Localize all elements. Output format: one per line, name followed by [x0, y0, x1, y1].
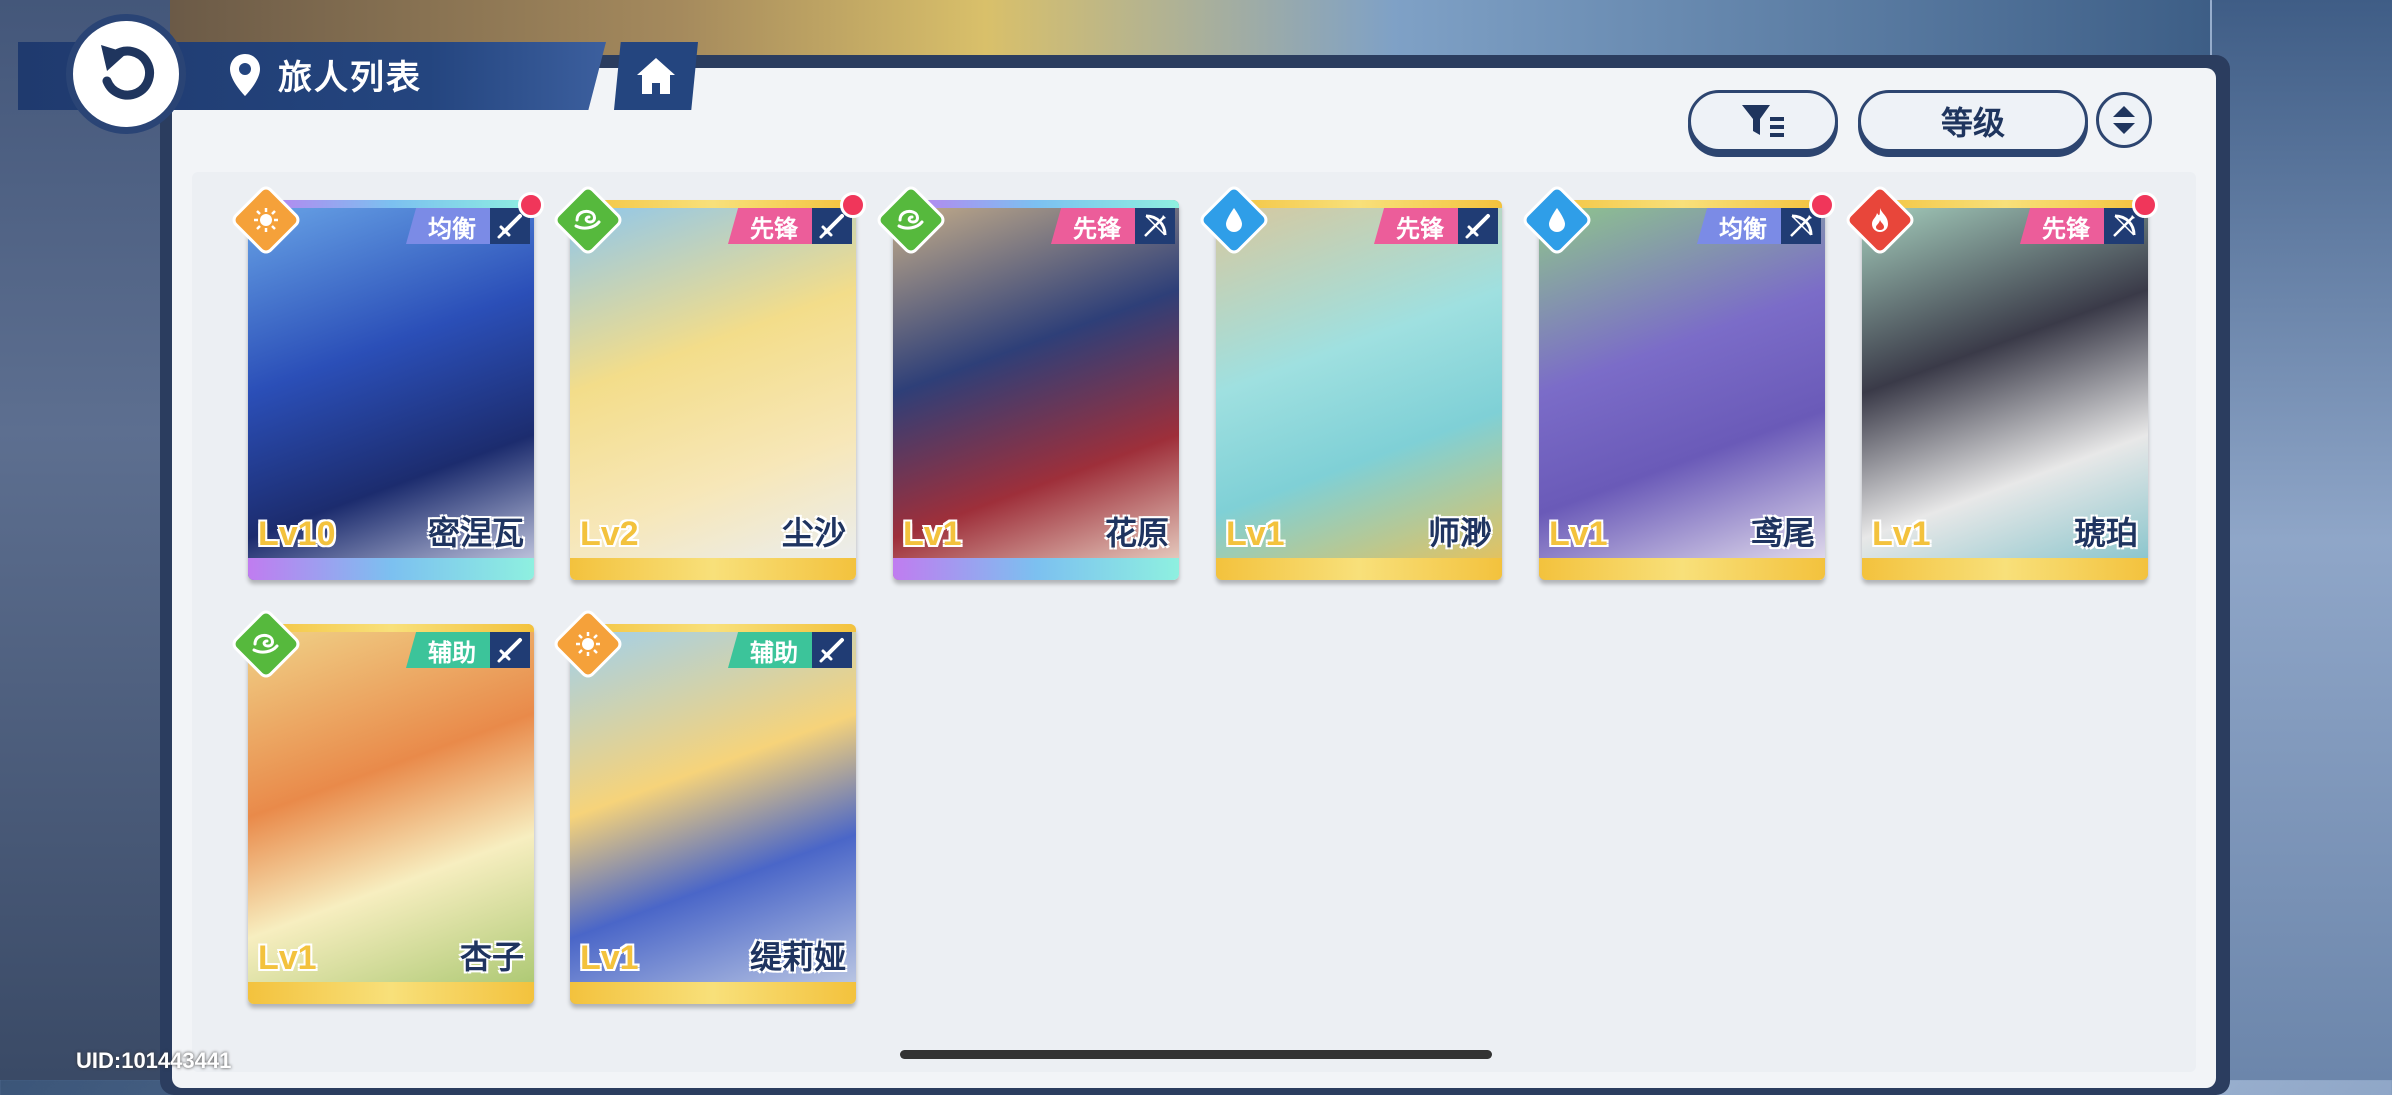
rarity-bar-top: [248, 624, 534, 632]
character-portrait: Lv1 鸢尾 均衡: [1539, 200, 1825, 580]
role-badge: 先锋: [1051, 208, 1135, 244]
new-notification-dot: [1809, 192, 1835, 218]
home-indicator[interactable]: [900, 1050, 1492, 1059]
character-card[interactable]: Lv1 琥珀 先锋: [1843, 183, 2158, 580]
home-button[interactable]: [614, 42, 698, 110]
home-icon: [637, 58, 675, 94]
character-card[interactable]: Lv1 师渺 先锋: [1197, 183, 1502, 580]
rarity-bar-bottom: [248, 558, 534, 580]
rarity-bar-bottom: [893, 558, 1179, 580]
rarity-bar-top: [570, 624, 856, 632]
character-portrait: Lv10 密涅瓦 均衡: [248, 200, 534, 580]
character-level: Lv1: [1226, 515, 1285, 553]
character-level: Lv1: [258, 939, 317, 977]
rarity-bar-top: [248, 200, 534, 208]
character-card[interactable]: Lv1 杏子 辅助: [229, 607, 534, 1004]
character-level: Lv1: [1549, 515, 1608, 553]
new-notification-dot: [2132, 192, 2158, 218]
uid-label: UID:101443441: [76, 1048, 232, 1073]
role-badge: 先锋: [728, 208, 812, 244]
character-portrait: Lv1 杏子 辅助: [248, 624, 534, 1004]
character-portrait: Lv1 师渺 先锋: [1216, 200, 1502, 580]
rarity-bar-bottom: [570, 982, 856, 1004]
location-pin-icon: [230, 54, 260, 96]
character-level: Lv1: [903, 515, 962, 553]
character-level: Lv10: [258, 515, 336, 553]
character-name: 琥珀: [2073, 515, 2138, 551]
character-card[interactable]: Lv1 鸢尾 均衡: [1520, 183, 1835, 580]
sword-icon: [490, 632, 530, 668]
background-left: [0, 0, 170, 1080]
sort-label: 等级: [1940, 105, 2005, 141]
sort-order-icon: [2113, 106, 2135, 134]
rarity-bar-bottom: [570, 558, 856, 580]
role-badge: 辅助: [728, 632, 812, 668]
back-button[interactable]: [66, 14, 186, 134]
character-card[interactable]: Lv2 尘沙 先锋: [551, 183, 866, 580]
character-level: Lv1: [1872, 515, 1931, 553]
rarity-bar-top: [1862, 200, 2148, 208]
filter-icon: [1742, 105, 1784, 137]
bow-icon: [1135, 208, 1175, 244]
rarity-bar-bottom: [248, 982, 534, 1004]
rarity-bar-top: [893, 200, 1179, 208]
new-notification-dot: [518, 192, 544, 218]
character-portrait: Lv1 花原 先锋: [893, 200, 1179, 580]
back-arrow-icon: [101, 45, 154, 100]
page-title: 旅人列表: [278, 59, 422, 97]
rarity-bar-top: [1539, 200, 1825, 208]
role-badge: 辅助: [406, 632, 490, 668]
rarity-bar-top: [570, 200, 856, 208]
character-portrait: Lv1 缇莉娅 辅助: [570, 624, 856, 1004]
character-portrait: Lv2 尘沙 先锋: [570, 200, 856, 580]
character-name: 杏子: [459, 939, 524, 975]
background-right: [2212, 0, 2392, 1080]
character-card[interactable]: Lv10 密涅瓦 均衡: [229, 183, 544, 580]
role-badge: 先锋: [2020, 208, 2104, 244]
character-name: 缇莉娅: [749, 939, 846, 975]
character-name: 花原: [1104, 515, 1169, 551]
character-level: Lv1: [580, 939, 639, 977]
character-name: 尘沙: [781, 515, 846, 551]
character-level: Lv2: [580, 515, 639, 553]
character-name: 密涅瓦: [427, 515, 524, 551]
character-card[interactable]: Lv1 缇莉娅 辅助: [551, 607, 856, 1004]
sword-icon: [812, 632, 852, 668]
rarity-bar-top: [1216, 200, 1502, 208]
role-badge: 均衡: [1697, 208, 1781, 244]
rarity-bar-bottom: [1216, 558, 1502, 580]
sort-by-level-button[interactable]: 等级: [1858, 90, 2088, 152]
character-card[interactable]: Lv1 花原 先锋: [874, 183, 1179, 580]
rarity-bar-bottom: [1862, 558, 2148, 580]
new-notification-dot: [840, 192, 866, 218]
filter-button[interactable]: [1688, 90, 1838, 152]
rarity-bar-bottom: [1539, 558, 1825, 580]
character-name: 师渺: [1427, 515, 1492, 551]
role-badge: 均衡: [406, 208, 490, 244]
sword-icon: [1458, 208, 1498, 244]
role-badge: 先锋: [1374, 208, 1458, 244]
sort-order-toggle[interactable]: [2096, 92, 2152, 148]
character-name: 鸢尾: [1750, 515, 1815, 551]
character-portrait: Lv1 琥珀 先锋: [1862, 200, 2148, 580]
